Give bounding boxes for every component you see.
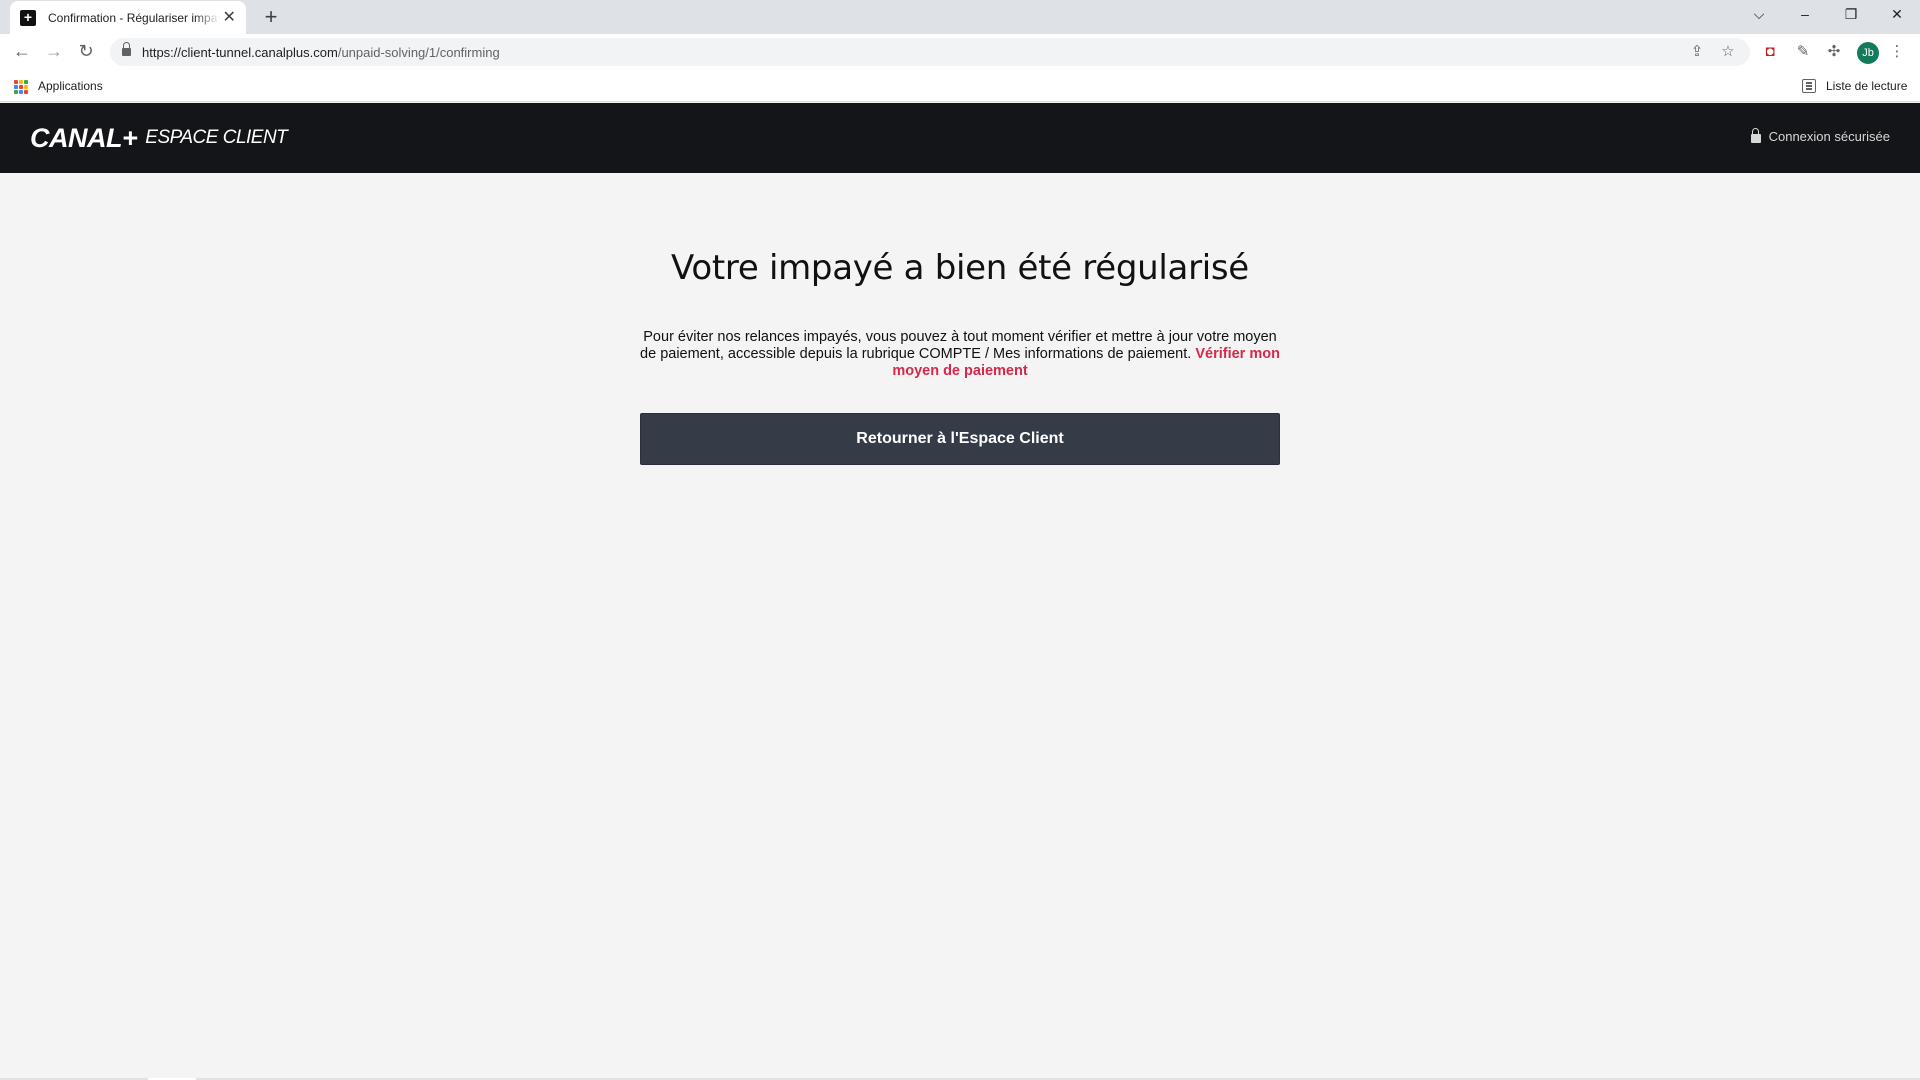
browser-tabstrip: + Confirmation - Régulariser impayé ✕ + … [0,0,1920,34]
kebab-menu-icon[interactable]: ⋮ [1884,39,1910,65]
url-text[interactable]: https://client-tunnel.canalplus.com/unpa… [142,45,500,60]
tab-title: Confirmation - Régulariser impayé [48,10,221,25]
share-icon[interactable]: ⇪ [1686,41,1708,63]
canal-favicon-icon: + [20,9,36,26]
main-content: Votre impayé a bien été régularisé Pour … [0,173,1920,1078]
padlock-icon [1750,127,1761,143]
reload-icon[interactable]: ↻ [72,38,100,66]
reading-list-icon[interactable] [1802,79,1816,93]
bookmarks-bar: Applications Liste de lecture [0,70,1920,102]
pocket-extension-icon[interactable]: ◘ [1757,39,1783,65]
description-text: Pour éviter nos relances impayés, vous p… [640,329,1277,362]
close-window-button[interactable]: ✕ [1874,0,1920,30]
back-icon[interactable]: ← [8,38,36,66]
tab-search-icon[interactable]: ⌵ [1736,0,1782,30]
eyedropper-extension-icon[interactable]: ✎ [1790,39,1816,65]
new-tab-button[interactable]: + [258,5,284,31]
site-header: CANAL+ ESPACE CLIENT Connexion sécurisée [0,103,1920,173]
page-title: Votre impayé a bien été régularisé [671,248,1249,288]
payment-info-text: Pour éviter nos relances impayés, vous p… [640,329,1280,380]
tab-close-icon[interactable]: ✕ [220,9,238,27]
apps-grid-icon[interactable] [14,80,28,94]
star-icon[interactable]: ☆ [1717,41,1739,63]
reading-list-button[interactable]: Liste de lecture [1826,79,1907,93]
browser-tab-active[interactable]: + Confirmation - Régulariser impayé ✕ [10,1,246,34]
browser-toolbar: ← → ↻ https://client-tunnel.canalplus.co… [0,34,1920,70]
bookmark-applications[interactable]: Applications [38,79,103,93]
minimize-button[interactable]: – [1782,0,1828,30]
canalplus-logo[interactable]: CANAL+ ESPACE CLIENT [30,121,288,155]
logo-brand: CANAL+ [30,122,138,153]
window-controls: ⌵ – ❐ ✕ [1736,0,1920,30]
secure-connection: Connexion sécurisée [1750,127,1890,144]
return-to-client-space-button[interactable]: Retourner à l'Espace Client [640,413,1280,465]
logo-suffix: ESPACE CLIENT [145,127,288,148]
restore-button[interactable]: ❐ [1828,0,1874,30]
address-bar[interactable]: https://client-tunnel.canalplus.com/unpa… [110,38,1750,66]
forward-icon[interactable]: → [40,38,68,66]
puzzle-icon[interactable]: ✣ [1821,39,1847,65]
secure-connection-label: Connexion sécurisée [1768,129,1890,144]
lock-icon[interactable] [122,42,131,57]
profile-avatar[interactable]: Jb [1857,42,1879,64]
